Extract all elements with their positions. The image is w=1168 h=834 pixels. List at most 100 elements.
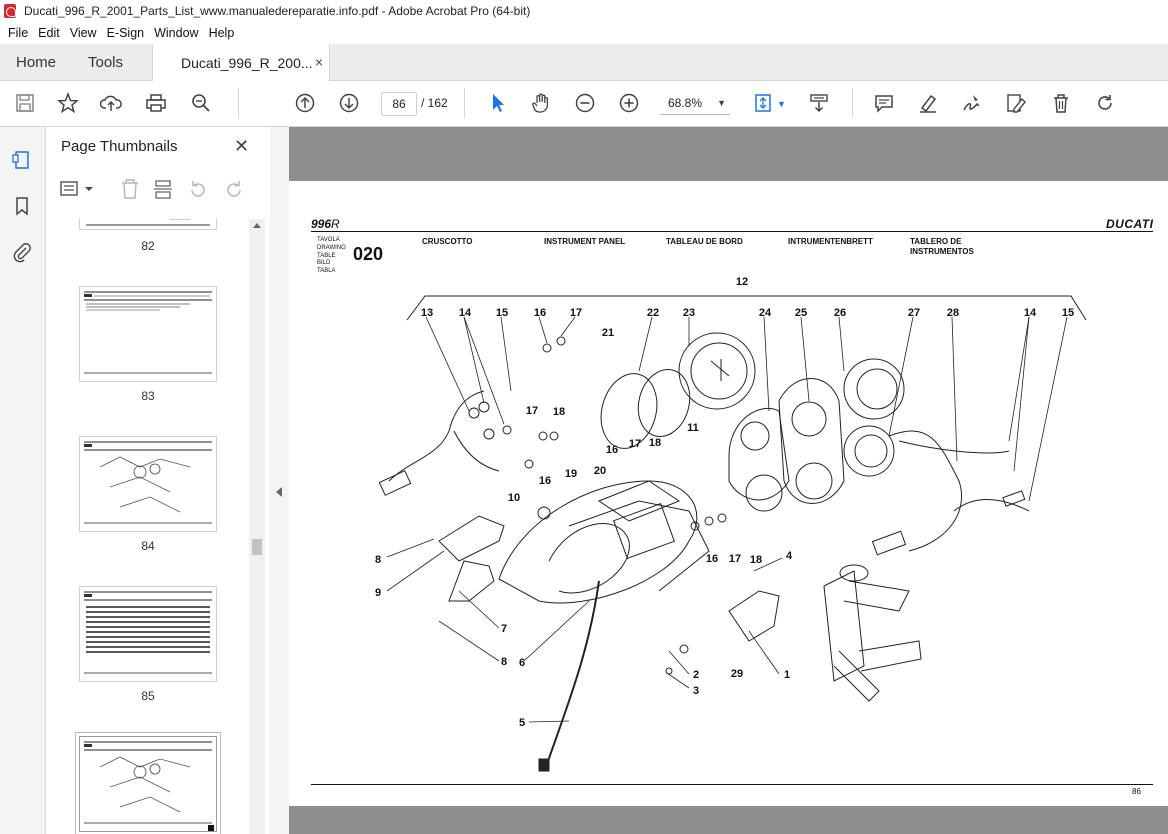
callout-label: 17 (629, 438, 641, 450)
thumbnails-panel: Page Thumbnails ✕ 82 83 84 85 (46, 127, 271, 834)
callout-label: 25 (795, 307, 807, 319)
zoom-in-icon[interactable] (618, 92, 640, 114)
tab-tools[interactable]: Tools (88, 44, 123, 80)
document-viewer: 996R DUCATI TAVOLA DRAWING TABLE BILD TA… (289, 127, 1168, 834)
bookmark-star-icon[interactable] (57, 91, 79, 114)
delete-icon[interactable] (1050, 92, 1072, 114)
menu-view[interactable]: View (70, 26, 97, 40)
thumbnail-page[interactable] (80, 287, 216, 381)
callout-label: 13 (421, 307, 433, 319)
callout-label: 16 (534, 307, 546, 319)
menu-esign[interactable]: E-Sign (107, 26, 145, 40)
window-title: Ducati_996_R_2001_Parts_List_www.manuale… (24, 4, 531, 18)
callout-label: 26 (834, 307, 846, 319)
menu-bar: File Edit View E-Sign Window Help (0, 22, 1168, 44)
save-icon[interactable] (14, 92, 36, 114)
callout-label: 28 (947, 307, 959, 319)
bookmarks-icon[interactable] (11, 195, 33, 217)
thumbnail-page[interactable] (80, 219, 216, 229)
comment-icon[interactable] (873, 92, 895, 114)
toolbar-separator (464, 88, 465, 118)
tab-close-icon[interactable]: × (315, 54, 323, 70)
callout-label: 15 (1062, 307, 1074, 319)
callout-label: 22 (647, 307, 659, 319)
panel-title: Page Thumbnails (61, 138, 178, 155)
sign-icon[interactable] (960, 92, 982, 114)
scroll-mode-icon[interactable] (808, 92, 830, 114)
menu-edit[interactable]: Edit (38, 26, 60, 40)
callout-label: 5 (519, 717, 525, 729)
zoom-search-icon[interactable] (190, 92, 212, 114)
tab-home[interactable]: Home (16, 44, 56, 80)
callout-label: 14 (1024, 307, 1037, 319)
scrollbar-thumb[interactable] (252, 539, 262, 555)
page-number-input[interactable]: 86 (381, 92, 417, 116)
callout-label: 12 (736, 276, 748, 288)
zoom-level-select[interactable]: 68.8% ▼ (660, 92, 730, 115)
thumbnail-page-selected[interactable] (80, 737, 216, 831)
callout-label: 16 (539, 475, 551, 487)
menu-help[interactable]: Help (209, 26, 235, 40)
callout-label: 17 (526, 405, 538, 417)
upload-icon[interactable] (99, 92, 122, 114)
rotate-icon[interactable] (1094, 92, 1116, 114)
callout-label: 16 (606, 444, 618, 456)
callout-label: 6 (519, 657, 525, 669)
thumbnail-label: 85 (141, 689, 155, 703)
callout-label: 7 (501, 623, 507, 635)
callout-label: 4 (786, 550, 793, 562)
callout-label: 10 (508, 492, 520, 504)
thumbnail-label: 82 (141, 239, 155, 253)
panel-toolbar (46, 177, 270, 205)
trash-icon[interactable] (122, 179, 138, 199)
collapse-panel-icon[interactable] (276, 487, 282, 497)
thumbnail-label: 84 (141, 539, 155, 553)
page-up-icon[interactable] (294, 92, 316, 114)
callout-label: 14 (459, 307, 472, 319)
callout-label: 27 (908, 307, 920, 319)
thumbnail-page[interactable] (80, 587, 216, 681)
rotate-left-icon[interactable] (191, 181, 205, 197)
zoom-out-icon[interactable] (574, 92, 596, 114)
footer-rule (311, 784, 1153, 785)
callout-label: 8 (375, 554, 381, 566)
page-down-icon[interactable] (338, 92, 360, 114)
page-thumbnails-icon[interactable] (11, 149, 33, 171)
callout-label: 9 (375, 587, 381, 599)
callout-label: 15 (496, 307, 508, 319)
acrobat-logo-icon (4, 4, 16, 18)
fit-page-chevron-icon[interactable]: ▼ (777, 99, 786, 109)
highlight-icon[interactable] (917, 92, 939, 114)
print-icon[interactable] (145, 92, 167, 114)
thumbnail-page[interactable] (80, 437, 216, 531)
callout-label: 18 (553, 406, 565, 418)
fit-page-icon[interactable] (753, 92, 775, 114)
zoom-level-value: 68.8% (668, 96, 703, 110)
select-cursor-icon[interactable] (487, 92, 509, 114)
thumbnail-label: 83 (141, 389, 155, 403)
callout-label: 19 (565, 468, 577, 480)
thumbnail-scrollbar[interactable] (249, 219, 265, 834)
options-menu-icon[interactable] (60, 181, 93, 196)
hand-icon[interactable] (530, 92, 552, 114)
panel-splitter[interactable] (270, 127, 289, 834)
callout-label: 29 (731, 668, 743, 680)
pdf-page: 996R DUCATI TAVOLA DRAWING TABLE BILD TA… (289, 181, 1168, 806)
rotate-right-icon[interactable] (227, 181, 241, 197)
menu-file[interactable]: File (8, 26, 28, 40)
extract-pages-icon[interactable] (154, 180, 172, 199)
close-icon[interactable]: ✕ (234, 136, 249, 157)
menu-window[interactable]: Window (154, 26, 198, 40)
callout-label: 1 (784, 669, 790, 681)
attachments-icon[interactable] (11, 241, 33, 263)
scroll-up-icon[interactable] (253, 223, 261, 228)
callout-label: 11 (687, 422, 699, 434)
toolbar-separator (238, 88, 239, 118)
page-total: / 162 (421, 96, 448, 110)
tab-document-label: Ducati_996_R_200... (181, 54, 313, 71)
tab-document[interactable]: Ducati_996_R_200... × (152, 44, 330, 81)
toolbar-separator (852, 88, 853, 118)
callout-label: 20 (594, 465, 606, 477)
callout-label: 18 (750, 554, 762, 566)
edit-icon[interactable] (1005, 92, 1027, 114)
